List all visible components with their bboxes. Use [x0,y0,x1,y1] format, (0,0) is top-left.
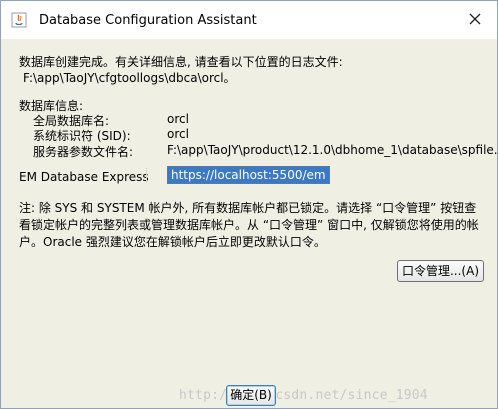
close-button[interactable] [459,6,491,34]
watermark-text: http://blog.csdn.net/since_1904 [179,388,428,403]
java-app-icon [11,12,27,28]
ok-button[interactable]: 确定(B) [226,385,276,406]
em-express-label: EM Database Express [19,170,149,184]
sid-label: 系统标识符 (SID): [33,129,131,143]
spfile-value: F:\app\TaoJY\product\12.1.0\dbhome_1\dat… [167,143,498,157]
window-title: Database Configuration Assistant [39,13,257,28]
title-bar[interactable]: Database Configuration Assistant [1,1,497,39]
dialog-content: 数据库创建完成。有关详细信息, 请查看以下位置的日志文件: F:\app\Tao… [1,39,497,408]
sid-value: orcl [167,127,189,141]
close-icon [469,13,481,28]
note-line-2: 看锁定帐户的完整列表或管理数据库帐户。从 “口令管理” 窗口中, 仅解锁您将使用… [19,218,479,232]
note-line-1: 注: 除 SYS 和 SYSTEM 帐户外, 所有数据库帐户都已锁定。请选择 “… [19,201,477,215]
em-express-url[interactable]: https://localhost:5500/em [167,166,330,184]
completion-message: 数据库创建完成。有关详细信息, 请查看以下位置的日志文件: [19,55,343,69]
text-caret [146,168,147,183]
dialog-window: Database Configuration Assistant 数据库创建完成… [0,0,498,409]
spfile-label: 服务器参数文件名: [33,145,134,159]
global-db-name-value: orcl [167,112,189,126]
note-line-3: 户。Oracle 强烈建议您在解锁帐户后立即更改默认口令。 [19,235,326,249]
password-management-button[interactable]: 口令管理...(A) [397,260,484,282]
log-file-path: F:\app\TaoJY\cfgtoollogs\dbca\orcl。 [23,71,236,85]
